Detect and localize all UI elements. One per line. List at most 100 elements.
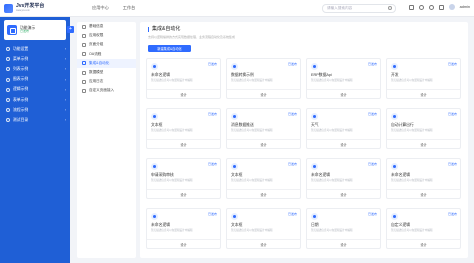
subnav-label: 集成&自动化 [89,60,110,65]
app-selector[interactable]: 功能演示 已发布 + [4,20,74,40]
card-description: 暂无描述信息可以在逻辑设计中编辑 [151,129,193,132]
card-description: 暂无描述信息可以在逻辑设计中编辑 [391,129,433,132]
design-button[interactable]: 设计 [307,139,380,148]
folder-icon [6,98,10,103]
subnav-data-model[interactable]: 数据模型 [77,68,136,77]
design-button[interactable]: 设计 [147,139,220,148]
design-button[interactable]: 设计 [147,189,220,198]
integration-card[interactable]: 已发布 文本框 暂无描述信息可以在逻辑设计中编辑 设计 [226,158,301,199]
sidebar-item-list[interactable]: 列表示例 › [0,64,70,74]
integration-card[interactable]: 已发布 数据转换示例 暂无描述信息可以在逻辑设计中编辑 设计 [226,58,301,99]
status-badge: 已发布 [287,62,297,66]
top-toolbar: admin [408,4,470,10]
subnav-label: 数据模型 [89,70,104,75]
design-button[interactable]: 设计 [227,139,300,148]
card-title: ERP数据Api [311,73,332,77]
design-button[interactable]: 设计 [387,189,460,198]
card-title: 未命名逻辑 [311,173,330,177]
logo[interactable]: Jvs开发平台 www.jvs.com [0,0,70,17]
integration-card[interactable]: 已发布 自动计算出行 暂无描述信息可以在逻辑设计中编辑 设计 [386,108,461,149]
search-icon [388,6,392,10]
design-button[interactable]: 设计 [147,239,220,248]
integration-card[interactable]: 已发布 未命名逻辑 暂无描述信息可以在逻辑设计中编辑 设计 [306,158,381,199]
integration-card[interactable]: 已发布 日期 暂无描述信息可以在逻辑设计中编辑 设计 [306,208,381,249]
bell-icon[interactable] [418,4,424,10]
card-title: 未命名逻辑 [151,223,170,227]
design-button[interactable]: 设计 [307,89,380,98]
integration-card[interactable]: 已发布 申请采购审核 暂无描述信息可以在逻辑设计中编辑 设计 [146,158,221,199]
logic-icon [151,113,158,120]
app-status-tag: 已发布 [20,29,30,34]
sidebar: 功能演示 已发布 + 功能设置 › 菜单示例 › 列表示例 › 图表示例 › 逻… [0,17,74,263]
chevron-right-icon: › [64,118,66,123]
design-button[interactable]: 设计 [147,89,220,98]
sidebar-item-label: 菜单示例 [13,56,29,61]
design-button[interactable]: 设计 [227,89,300,98]
page-description: 支持以逻辑编排的方式实现数据处理、业务流程自动化及系统集成 [148,35,236,39]
search-input[interactable]: 请输入搜索内容 [322,4,396,13]
sidebar-item-menu[interactable]: 菜单示例 › [0,54,70,64]
sidebar-item-settings[interactable]: 功能设置 › [0,44,70,54]
sidebar-item-flow[interactable]: 流程示例 › [0,105,70,115]
new-integration-button[interactable]: 新建集成&自动化 [148,45,191,52]
integration-card[interactable]: 已发布 开发 暂无描述信息可以在逻辑设计中编辑 设计 [386,58,461,99]
folder-icon [6,87,10,92]
logo-icon [4,3,13,13]
integration-card[interactable]: 已发布 未命名逻辑 暂无描述信息可以在逻辑设计中编辑 设计 [386,158,461,199]
sidebar-item-test[interactable]: 测试目录 › [0,115,70,125]
gear-icon[interactable] [428,4,434,10]
sidebar-item-logic[interactable]: 逻辑示例 › [0,85,70,95]
sidebar-item-chart[interactable]: 图表示例 › [0,75,70,85]
logic-icon [391,163,398,170]
integration-card[interactable]: 已发布 消息数据推送 暂无描述信息可以在逻辑设计中编辑 设计 [226,108,301,149]
design-button[interactable]: 设计 [307,239,380,248]
add-button[interactable]: + [67,26,74,33]
lock-icon [82,33,86,38]
integration-card[interactable]: 已发布 未命名逻辑 暂无描述信息可以在逻辑设计中编辑 设计 [146,58,221,99]
subnav-label: 应用日志 [89,79,104,84]
card-description: 暂无描述信息可以在逻辑设计中编辑 [311,229,353,232]
status-badge: 已发布 [287,212,297,216]
design-button[interactable]: 设计 [387,139,460,148]
chevron-right-icon: › [64,57,66,62]
user-name[interactable]: admin [460,5,470,9]
nav-app-center[interactable]: 应用中心 [92,5,109,11]
subnav-custom-page[interactable]: 自定义页面接入 [77,86,136,95]
logic-icon [231,113,238,120]
subnav-label: 页面分组 [89,42,104,47]
sidebar-item-label: 测试目录 [13,117,29,122]
design-button[interactable]: 设计 [387,239,460,248]
design-button[interactable]: 设计 [387,89,460,98]
subnav-integration[interactable]: 集成&自动化 [77,58,136,68]
design-button[interactable]: 设计 [227,239,300,248]
subnav-permissions[interactable]: 应用权限 [77,31,136,40]
status-badge: 已发布 [287,112,297,116]
avatar[interactable] [448,4,455,10]
subnav-page-groups[interactable]: 页面分组 [77,40,136,49]
logic-icon [391,63,398,70]
design-button[interactable]: 设计 [227,189,300,198]
subnav-basic-info[interactable]: 基础信息 [77,22,136,31]
integration-card[interactable]: 已发布 文本框 暂无描述信息可以在逻辑设计中编辑 设计 [146,108,221,149]
integration-card[interactable]: 已发布 文本框 暂无描述信息可以在逻辑设计中编辑 设计 [226,208,301,249]
status-badge: 已发布 [367,112,377,116]
integration-card[interactable]: 已发布 自定义逻辑 暂无描述信息可以在逻辑设计中编辑 设计 [386,208,461,249]
sidebar-item-form[interactable]: 表单示例 › [0,95,70,105]
chevron-right-icon: › [64,67,66,72]
subnav-app-log[interactable]: 应用日志 [77,77,136,86]
document-icon[interactable] [438,4,444,10]
card-title: 天气 [311,123,319,127]
card-title: 消息数据推送 [231,123,254,127]
card-title: 数据转换示例 [231,73,254,77]
settings-subnav: 基础信息 应用权限 页面分组 OA流程 集成&自动化 数据模型 应用日志 自定义… [77,22,136,258]
integration-card[interactable]: 已发布 天气 暂无描述信息可以在逻辑设计中编辑 设计 [306,108,381,149]
grid-icon[interactable] [408,4,414,10]
subnav-oa-flow[interactable]: OA流程 [77,50,136,59]
nav-workbench[interactable]: 工作台 [123,5,136,11]
integration-card[interactable]: 已发布 ERP数据Api 暂无描述信息可以在逻辑设计中编辑 设计 [306,58,381,99]
card-title: 开发 [391,73,399,77]
design-button[interactable]: 设计 [307,189,380,198]
folder-icon [82,42,86,47]
card-description: 暂无描述信息可以在逻辑设计中编辑 [311,79,353,82]
integration-card[interactable]: 已发布 未命名逻辑 暂无描述信息可以在逻辑设计中编辑 设计 [146,208,221,249]
